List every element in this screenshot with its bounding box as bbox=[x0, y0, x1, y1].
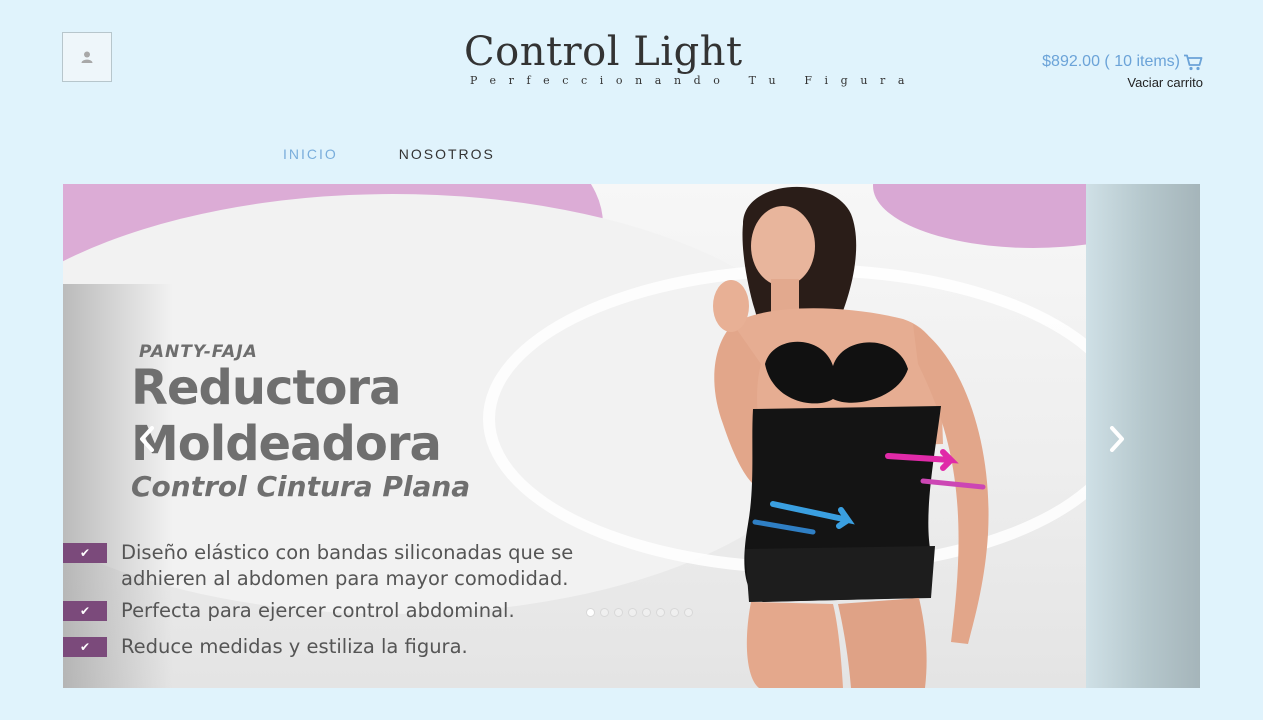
slider-dot[interactable] bbox=[600, 608, 609, 617]
account-button[interactable] bbox=[62, 32, 112, 82]
slide-title-line2: Moldeadora bbox=[131, 416, 442, 472]
slider-dot[interactable] bbox=[586, 608, 595, 617]
slider-prev-button[interactable] bbox=[135, 422, 159, 456]
cart-link[interactable]: $892.00 ( 10 items) bbox=[1042, 53, 1203, 71]
next-slide-peek bbox=[1086, 184, 1200, 688]
slider-dot[interactable] bbox=[614, 608, 623, 617]
slide-feature: ✔ Perfecta para ejercer control abdomina… bbox=[63, 598, 515, 624]
slider-dot[interactable] bbox=[684, 608, 693, 617]
check-icon: ✔ bbox=[63, 543, 107, 563]
check-icon: ✔ bbox=[63, 637, 107, 657]
model-photo bbox=[713, 186, 989, 688]
chevron-right-icon bbox=[1110, 426, 1124, 452]
slide-subtitle: Control Cintura Plana bbox=[131, 470, 471, 503]
empty-cart-link[interactable]: Vaciar carrito bbox=[1042, 75, 1203, 90]
slider-pagination bbox=[586, 608, 693, 617]
slider-dot[interactable] bbox=[642, 608, 651, 617]
slider-dot[interactable] bbox=[670, 608, 679, 617]
slide-feature: ✔ Reduce medidas y estiliza la figura. bbox=[63, 634, 468, 660]
nav-item-nosotros[interactable]: NOSOTROS bbox=[399, 146, 495, 162]
cart-total: $892.00 ( 10 items) bbox=[1042, 53, 1180, 70]
slide-feature-text: Perfecta para ejercer control abdominal. bbox=[121, 599, 515, 622]
site-brand[interactable]: Control Light Perfeccionando Tu Figura bbox=[464, 28, 904, 87]
chevron-left-icon bbox=[140, 426, 154, 452]
slide-feature-text: Diseño elástico con bandas siliconadas q… bbox=[121, 541, 574, 590]
slide-eyebrow: PANTY-FAJA bbox=[139, 342, 258, 362]
slider-dot[interactable] bbox=[628, 608, 637, 617]
slider-next-button[interactable] bbox=[1105, 422, 1129, 456]
user-icon bbox=[81, 51, 93, 63]
slide-feature-text: Reduce medidas y estiliza la figura. bbox=[121, 635, 468, 658]
slider-dot[interactable] bbox=[656, 608, 665, 617]
site-tagline: Perfeccionando Tu Figura bbox=[470, 74, 918, 87]
slide-feature: ✔ Diseño elástico con bandas siliconadas… bbox=[63, 540, 573, 592]
nav-item-inicio[interactable]: INICIO bbox=[283, 146, 338, 162]
site-title: Control Light bbox=[464, 29, 743, 75]
check-icon: ✔ bbox=[63, 601, 107, 621]
cart-summary: $892.00 ( 10 items) Vaciar carrito bbox=[1042, 53, 1203, 90]
slide-title-line1: Reductora bbox=[131, 360, 401, 416]
slide-image: PANTY-FAJA Reductora Moldeadora Control … bbox=[63, 184, 1086, 688]
cart-icon bbox=[1184, 54, 1203, 70]
hero-slider: PANTY-FAJA Reductora Moldeadora Control … bbox=[63, 184, 1200, 688]
main-nav: INICIO NOSOTROS bbox=[283, 146, 495, 162]
